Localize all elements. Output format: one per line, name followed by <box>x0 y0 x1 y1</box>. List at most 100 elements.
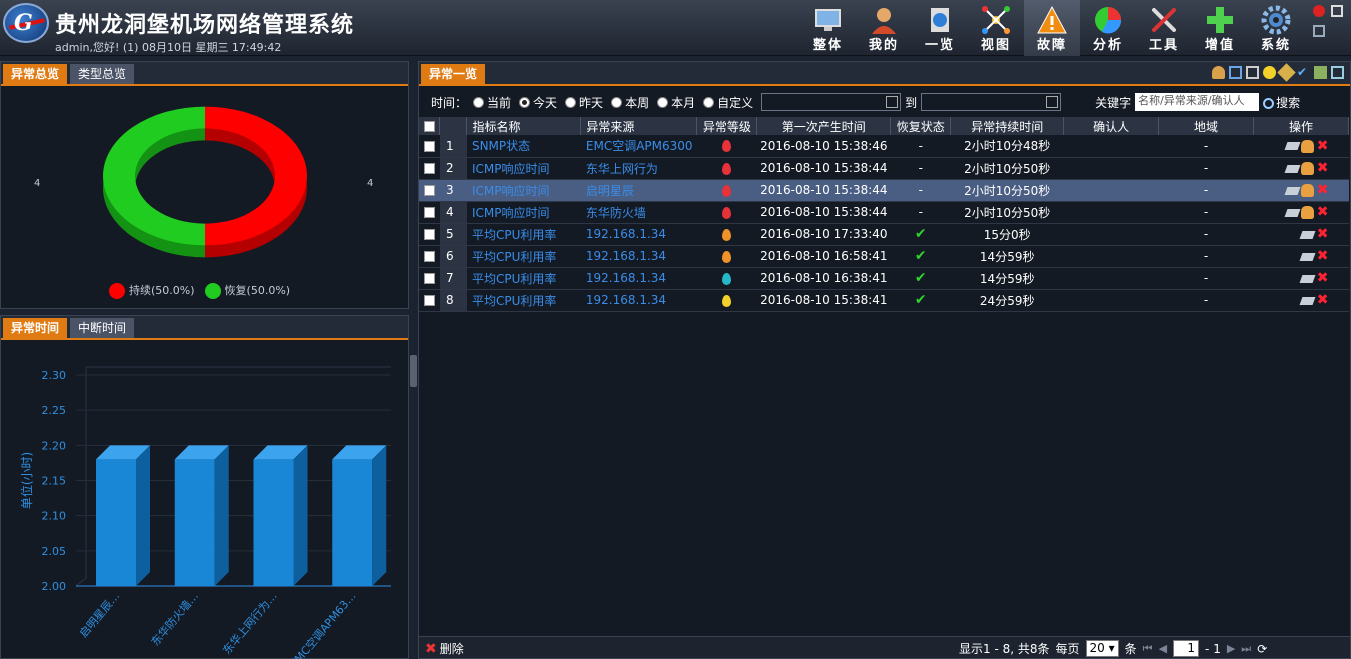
col-header-level[interactable]: 异常等级 <box>696 117 758 135</box>
edit-icon[interactable] <box>1299 296 1315 305</box>
row-checkbox[interactable] <box>419 179 440 202</box>
metric-name[interactable]: 平均CPU利用率 <box>466 267 581 290</box>
lock-icon[interactable] <box>1313 25 1325 37</box>
time-option-3[interactable]: 本周 <box>611 94 649 111</box>
nav-item-2[interactable]: 一览 <box>912 0 968 56</box>
metric-name[interactable]: ICMP响应时间 <box>466 179 581 202</box>
col-header-source[interactable]: 异常来源 <box>580 117 698 135</box>
per-page-select[interactable]: 20 ▾ <box>1085 640 1119 657</box>
nav-item-0[interactable]: 整体 <box>800 0 856 56</box>
anomaly-source[interactable]: 启明星辰 <box>580 179 697 202</box>
row-checkbox[interactable] <box>419 135 440 158</box>
close-icon[interactable]: ✖ <box>1316 271 1329 285</box>
settings-icon[interactable] <box>1331 66 1344 79</box>
bar-3[interactable] <box>332 459 373 586</box>
row-checkbox[interactable] <box>419 157 440 180</box>
col-header-restored[interactable]: 恢复状态 <box>890 117 952 135</box>
row-checkbox[interactable] <box>419 289 440 312</box>
table-row[interactable]: 4 ICMP响应时间 东华防火墙 2016-08-10 15:38:44 - 2… <box>419 201 1349 224</box>
close-icon[interactable]: ✖ <box>1316 183 1329 197</box>
col-header-name[interactable]: 指标名称 <box>466 117 582 135</box>
user-icon[interactable] <box>1212 66 1225 79</box>
table-row[interactable]: 7 平均CPU利用率 192.168.1.34 2016-08-10 16:38… <box>419 267 1349 290</box>
table-row[interactable]: 6 平均CPU利用率 192.168.1.34 2016-08-10 16:58… <box>419 245 1349 268</box>
refresh-icon[interactable]: ⟳ <box>1257 642 1267 656</box>
save-icon[interactable] <box>1229 66 1242 79</box>
close-icon[interactable]: ✖ <box>1316 249 1329 263</box>
edit-icon[interactable] <box>1277 63 1296 82</box>
col-header-first-time[interactable]: 第一次产生时间 <box>756 117 892 135</box>
table-row[interactable]: 1 SNMP状态 EMC空调APM6300 2016-08-10 15:38:4… <box>419 135 1349 158</box>
close-icon[interactable]: ✖ <box>1316 161 1329 175</box>
monitor-icon[interactable] <box>1246 66 1259 79</box>
nav-item-3[interactable]: 视图 <box>968 0 1024 56</box>
bar-2[interactable] <box>253 459 294 586</box>
edit-icon[interactable] <box>1299 252 1315 261</box>
col-header-duration[interactable]: 异常持续时间 <box>950 117 1065 135</box>
time-option-2[interactable]: 昨天 <box>565 94 603 111</box>
table-row[interactable]: 8 平均CPU利用率 192.168.1.34 2016-08-10 15:38… <box>419 289 1349 312</box>
time-option-4[interactable]: 本月 <box>657 94 695 111</box>
edit-icon[interactable] <box>1299 230 1315 239</box>
nav-item-1[interactable]: 我的 <box>856 0 912 56</box>
donut-slice-1[interactable] <box>103 106 205 246</box>
row-checkbox[interactable] <box>419 245 440 268</box>
close-icon[interactable]: ✖ <box>1316 227 1329 241</box>
tab-type-overview[interactable]: 类型总览 <box>70 64 135 84</box>
start-date-input[interactable] <box>761 93 902 111</box>
calendar-icon[interactable] <box>886 96 899 108</box>
time-option-0[interactable]: 当前 <box>473 94 511 111</box>
next-page-button[interactable]: ▶ <box>1227 642 1235 655</box>
nav-item-7[interactable]: 增值 <box>1192 0 1248 56</box>
time-option-1[interactable]: 今天 <box>519 94 557 111</box>
delete-button[interactable]: ✖ 删除 <box>425 640 464 657</box>
table-row[interactable]: 3 ICMP响应时间 启明星辰 2016-08-10 15:38:44 - 2小… <box>419 179 1349 202</box>
nav-item-6[interactable]: 工具 <box>1136 0 1192 56</box>
anomaly-source[interactable]: 192.168.1.34 <box>580 245 697 268</box>
edit-icon[interactable] <box>1284 164 1300 173</box>
metric-name[interactable]: 平均CPU利用率 <box>466 223 581 246</box>
page-number-input[interactable]: 1 <box>1173 640 1200 657</box>
col-header-region[interactable]: 地域 <box>1158 117 1254 135</box>
time-option-5[interactable]: 自定义 <box>703 94 753 111</box>
metric-name[interactable]: 平均CPU利用率 <box>466 245 581 268</box>
calendar-icon[interactable] <box>1046 96 1059 108</box>
table-row[interactable]: 5 平均CPU利用率 192.168.1.34 2016-08-10 17:33… <box>419 223 1349 246</box>
table-row[interactable]: 2 ICMP响应时间 东华上网行为 2016-08-10 15:38:44 - … <box>419 157 1349 180</box>
bar-0[interactable] <box>96 459 136 586</box>
bulb-icon[interactable] <box>1263 66 1276 79</box>
hand-icon[interactable] <box>1300 184 1314 197</box>
hand-icon[interactable] <box>1300 206 1314 219</box>
anomaly-source[interactable]: 192.168.1.34 <box>580 223 697 246</box>
anomaly-source[interactable]: 东华上网行为 <box>580 157 697 180</box>
logout-icon[interactable] <box>1331 5 1343 17</box>
row-checkbox[interactable] <box>419 201 440 224</box>
hand-icon[interactable] <box>1300 139 1314 153</box>
search-button[interactable]: 搜索 <box>1263 94 1300 111</box>
nav-item-4[interactable]: 故障 <box>1024 0 1080 56</box>
last-page-button[interactable]: ⏭ <box>1241 642 1251 656</box>
edit-icon[interactable] <box>1284 142 1300 151</box>
edit-icon[interactable] <box>1284 208 1300 217</box>
tab-anomaly-time[interactable]: 异常时间 <box>3 318 68 338</box>
close-icon[interactable]: ✖ <box>1316 293 1329 307</box>
col-header-confirmer[interactable]: 确认人 <box>1063 117 1160 135</box>
metric-name[interactable]: ICMP响应时间 <box>466 201 581 224</box>
nav-item-5[interactable]: 分析 <box>1080 0 1136 56</box>
export-icon[interactable] <box>1314 66 1327 79</box>
panel-splitter-handle[interactable] <box>410 355 417 387</box>
edit-icon[interactable] <box>1299 274 1315 283</box>
row-checkbox[interactable] <box>419 267 440 290</box>
edit-icon[interactable] <box>1284 186 1300 195</box>
first-page-button[interactable]: ⏮ <box>1143 642 1153 656</box>
end-date-input[interactable] <box>921 93 1062 111</box>
metric-name[interactable]: ICMP响应时间 <box>466 157 581 180</box>
nav-item-8[interactable]: 系统 <box>1248 0 1304 56</box>
alarm-icon[interactable] <box>1313 5 1325 17</box>
row-checkbox[interactable] <box>419 223 440 246</box>
check-icon[interactable]: ✔ <box>1297 66 1310 79</box>
legend-item-ongoing[interactable]: 持续(50.0%) <box>109 282 195 299</box>
close-icon[interactable]: ✖ <box>1316 139 1329 153</box>
select-all-checkbox[interactable] <box>419 117 441 135</box>
metric-name[interactable]: SNMP状态 <box>466 135 581 158</box>
